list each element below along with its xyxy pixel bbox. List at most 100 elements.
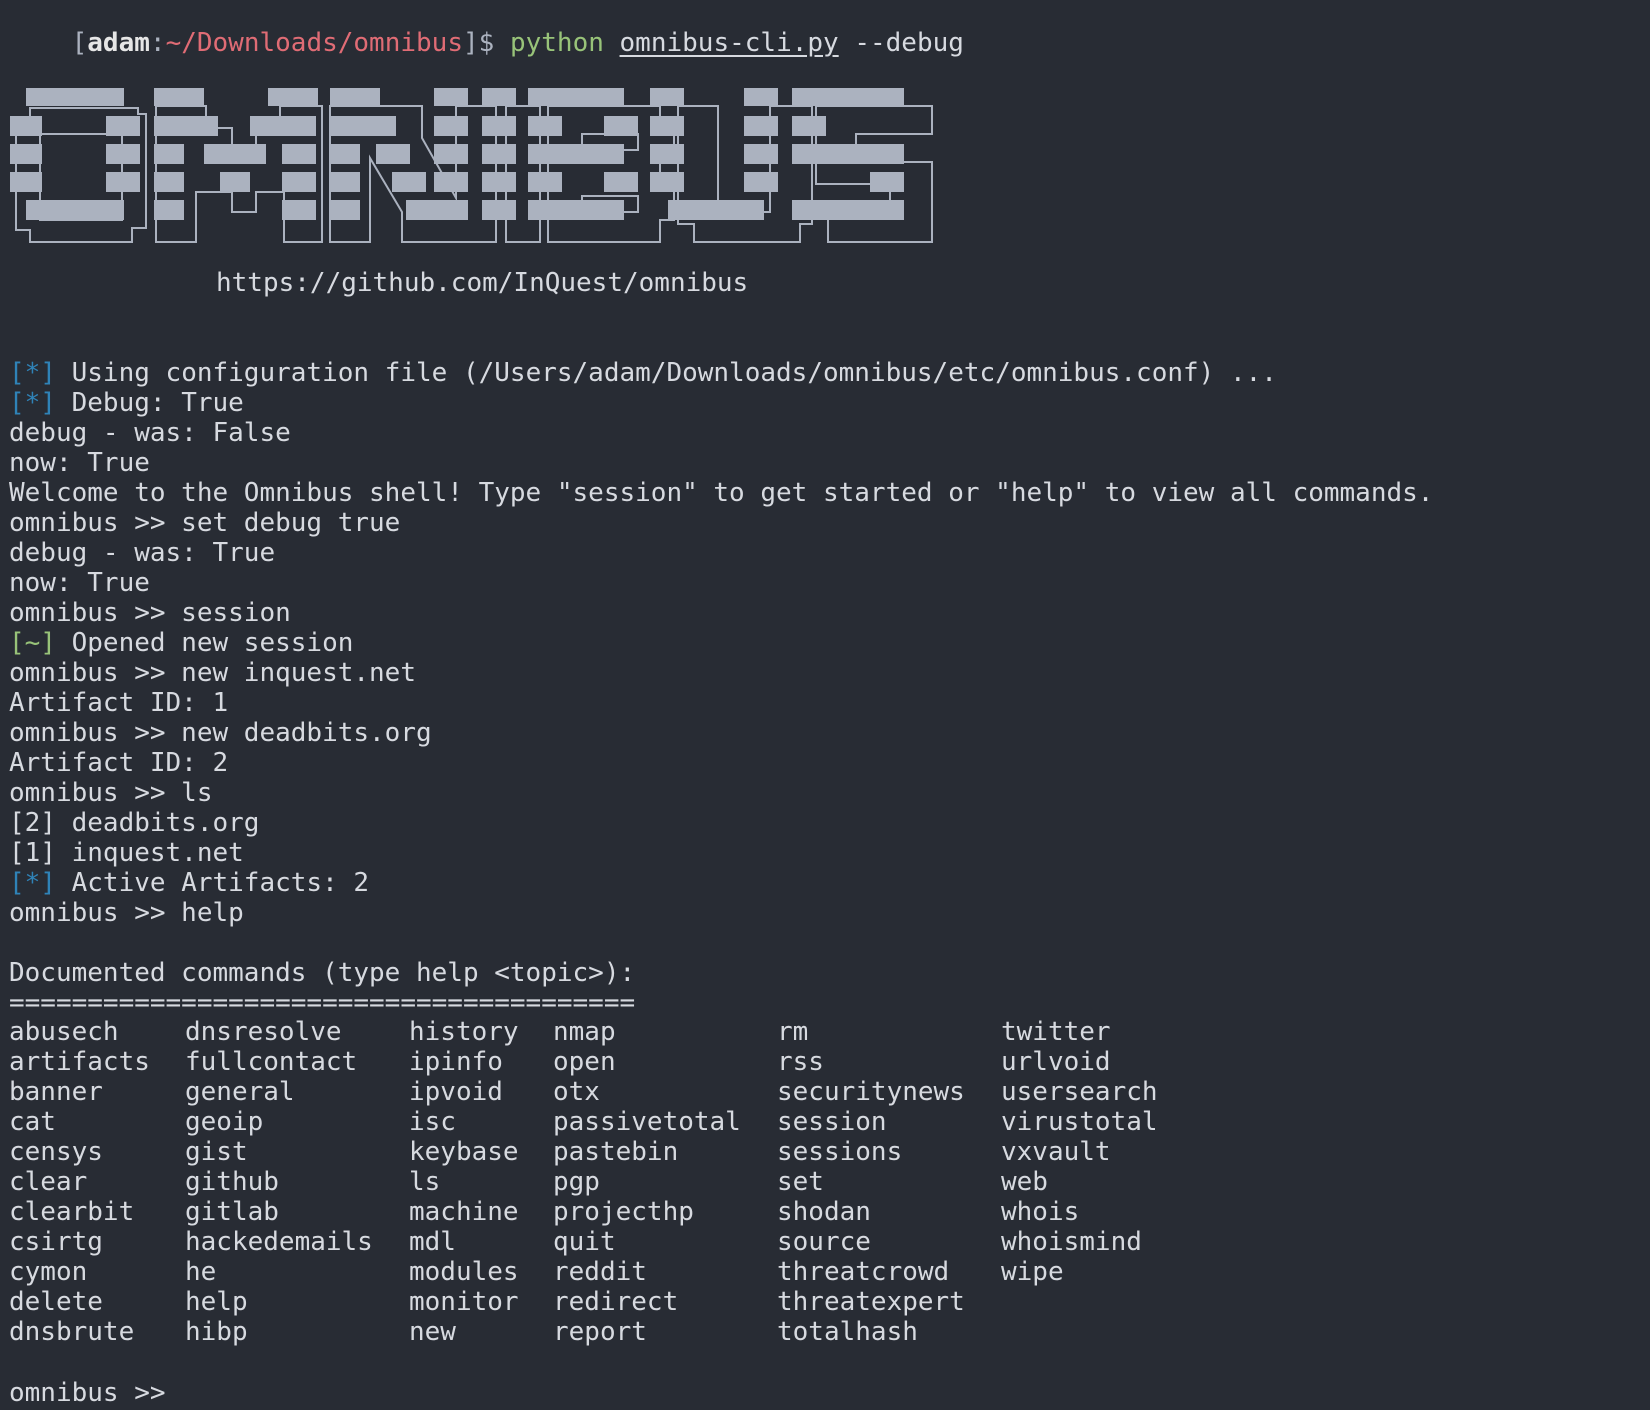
command-name: clearbit [9,1197,135,1227]
command-name: gist [185,1137,248,1167]
command-column: abusech artifacts banner cat censys clear clea… [9,1017,150,1347]
command-name: securitynews [777,1077,965,1107]
output-line: omnibus >> new deadbits.org [9,718,432,748]
output-text: Active Artifacts: 2 [55,868,370,898]
command-name: nmap [553,1017,616,1047]
command-name: shodan [777,1197,871,1227]
output-line: omnibus >> set debug true [9,508,401,538]
command-name: dnsresolve [185,1017,342,1047]
output-line: debug - was: False [9,418,291,448]
command-name: clear [9,1167,88,1197]
command-name: isc [409,1107,456,1137]
command-name: csirtg [9,1227,103,1257]
command-name: threatexpert [777,1287,965,1317]
command-name: wipe [1001,1257,1064,1287]
shell-input-prompt[interactable]: omnibus >> [9,1378,166,1408]
command-name: set [777,1167,824,1197]
command-name: cat [9,1107,56,1137]
help-divider: ======================================== [9,988,636,1018]
command-column: twitter urlvoid usersearch virustotal vxvaul… [1001,1017,1158,1287]
command-grid: abusech artifacts banner cat censys clear clea… [9,1017,1409,1347]
command-name: dnsbrute [9,1317,135,1347]
command-name: keybase [409,1137,519,1167]
command-name: session [777,1107,887,1137]
command-name: web [1001,1167,1048,1197]
command-name: banner [9,1077,103,1107]
output-line: omnibus >> ls [9,778,213,808]
command-name: whoismind [1001,1227,1142,1257]
command-name: projecthp [553,1197,694,1227]
command-name: hackedemails [185,1227,373,1257]
welcome-message: Welcome to the Omnibus shell! Type "sess… [9,478,1434,508]
shell-prompt-line: [adam:~/Downloads/omnibus]$ python omnib… [9,0,964,58]
command-name: abusech [9,1017,119,1047]
command-name: monitor [409,1287,519,1317]
omnibus-logo [10,88,933,243]
output-line: omnibus >> help [9,898,244,928]
command-name: virustotal [1001,1107,1158,1137]
command-name: otx [553,1077,600,1107]
command-column: history ipinfo ipvoid isc keybase ls machine md… [409,1017,519,1347]
info-tag: [*] [9,358,56,388]
artifact-list-item: [1] inquest.net [9,838,244,868]
command-name: report [553,1317,647,1347]
command-name: threatcrowd [777,1257,950,1287]
command-name: passivetotal [553,1107,741,1137]
prompt-user: adam [87,28,150,58]
command-name: sessions [777,1137,903,1167]
command-name: rm [777,1017,809,1047]
command-name: reddit [553,1257,647,1287]
command-name: machine [409,1197,519,1227]
command-name: totalhash [777,1317,918,1347]
command-name: censys [9,1137,103,1167]
command-name: delete [9,1287,103,1317]
output-line: now: True [9,448,150,478]
command-name: vxvault [1001,1137,1111,1167]
command-name: geoip [185,1107,264,1137]
prompt-script: omnibus-cli.py [619,28,839,58]
output-line: omnibus >> session [9,598,291,628]
command-name: rss [777,1047,824,1077]
artifact-list-item: [2] deadbits.org [9,808,260,838]
help-heading: Documented commands (type help <topic>): [9,958,636,988]
prompt-open-bracket: [ [71,28,88,58]
command-name: whois [1001,1197,1080,1227]
command-name: artifacts [9,1047,150,1077]
command-name: twitter [1001,1017,1111,1047]
command-name: gitlab [185,1197,279,1227]
command-name: quit [553,1227,616,1257]
command-name: cymon [9,1257,88,1287]
prompt-command: python [509,28,604,58]
prompt-flag: --debug [854,28,964,58]
command-name: pgp [553,1167,600,1197]
command-name: history [409,1017,519,1047]
success-tag: [~] [9,628,56,658]
output-line-session: [~] Opened new session [9,628,353,658]
command-name: usersearch [1001,1077,1158,1107]
command-name: mdl [409,1227,456,1257]
output-line: debug - was: True [9,538,276,568]
command-column: rm rss securitynews session sessions set shoda… [777,1017,965,1347]
command-column: nmap open otx passivetotal pastebin pgp projec… [553,1017,741,1347]
command-name: new [409,1317,456,1347]
command-column: dnsresolve fullcontact general geoip gist git… [185,1017,373,1347]
output-line: Artifact ID: 2 [9,748,229,778]
command-name: urlvoid [1001,1047,1111,1077]
command-name: he [185,1257,217,1287]
command-name: hibp [185,1317,248,1347]
output-line-config: [*] Using configuration file (/Users/ada… [9,358,1277,388]
command-name: open [553,1047,616,1077]
output-text: Debug: True [55,388,244,418]
command-name: ipinfo [409,1047,503,1077]
command-name: modules [409,1257,519,1287]
command-name: fullcontact [185,1047,358,1077]
repo-url[interactable]: https://github.com/InQuest/omnibus [216,268,748,298]
command-name: github [185,1167,279,1197]
command-name: ipvoid [409,1077,503,1107]
command-name: source [777,1227,871,1257]
terminal-window[interactable]: [adam:~/Downloads/omnibus]$ python omnib… [0,0,1650,1410]
prompt-path: ~/Downloads/omnibus [165,28,463,58]
output-line-active: [*] Active Artifacts: 2 [9,868,369,898]
command-name: pastebin [553,1137,679,1167]
command-name: redirect [553,1287,679,1317]
